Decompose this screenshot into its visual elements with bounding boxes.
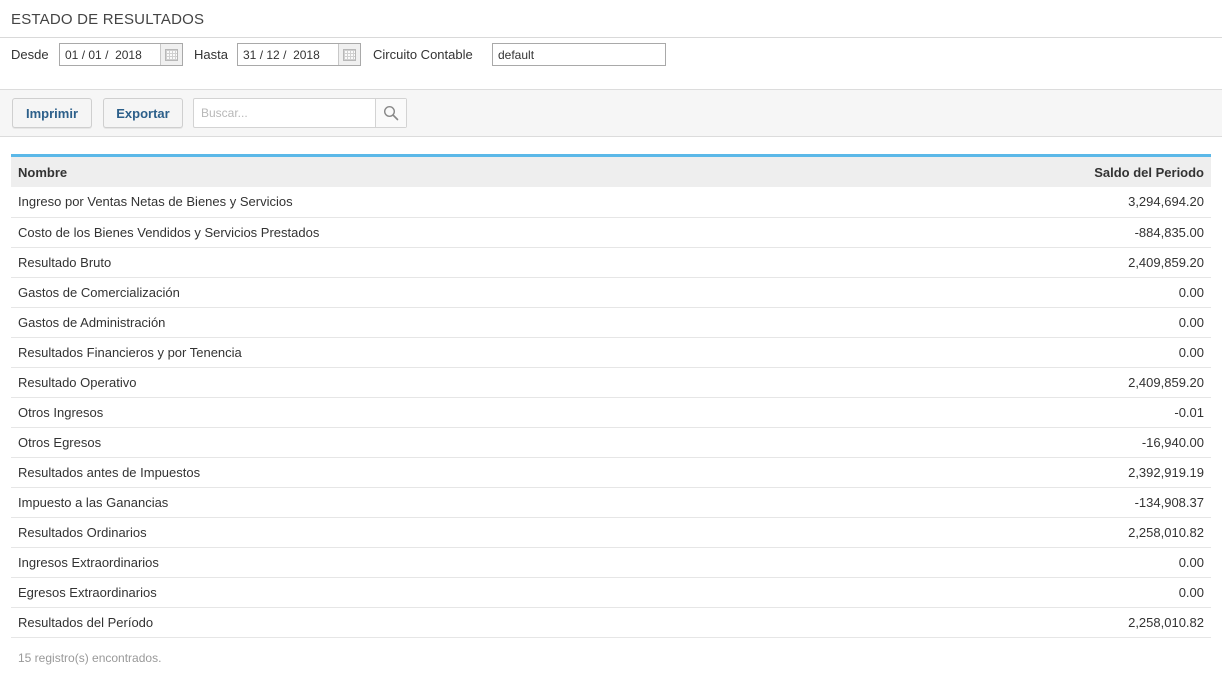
row-nombre: Resultados antes de Impuestos <box>11 457 873 488</box>
table-row[interactable]: Resultado Operativo 2,409,859.20 <box>11 367 1211 398</box>
desde-year[interactable]: 2018 <box>115 48 142 62</box>
table-row[interactable]: Otros Egresos -16,940.00 <box>11 427 1211 458</box>
desde-label: Desde <box>11 47 49 62</box>
row-nombre: Resultado Bruto <box>11 247 873 278</box>
row-nombre: Egresos Extraordinarios <box>11 577 873 608</box>
row-saldo: 0.00 <box>872 277 1211 308</box>
row-saldo: 2,258,010.82 <box>872 607 1211 638</box>
row-nombre: Resultados Ordinarios <box>11 517 873 548</box>
row-nombre: Ingreso por Ventas Netas de Bienes y Ser… <box>11 187 873 218</box>
row-saldo: 3,294,694.20 <box>872 187 1211 218</box>
circuito-contable-input[interactable] <box>492 43 666 66</box>
row-nombre: Resultado Operativo <box>11 367 873 398</box>
row-saldo: 0.00 <box>872 307 1211 338</box>
hasta-day[interactable]: 31 <box>243 48 256 62</box>
table-row[interactable]: Resultado Bruto 2,409,859.20 <box>11 247 1211 278</box>
title-bar: ESTADO DE RESULTADOS <box>0 0 1222 38</box>
desde-month[interactable]: 01 <box>88 48 101 62</box>
row-nombre: Otros Ingresos <box>11 397 873 428</box>
table-row[interactable]: Egresos Extraordinarios 0.00 <box>11 577 1211 608</box>
row-saldo: -0.01 <box>872 397 1211 428</box>
row-nombre: Gastos de Comercialización <box>11 277 873 308</box>
row-saldo: 2,409,859.20 <box>872 367 1211 398</box>
row-saldo: 0.00 <box>872 337 1211 368</box>
row-nombre: Ingresos Extraordinarios <box>11 547 873 578</box>
hasta-label: Hasta <box>194 47 228 62</box>
table-row[interactable]: Gastos de Comercialización 0.00 <box>11 277 1211 308</box>
hasta-month[interactable]: 12 <box>266 48 279 62</box>
date-separator: / <box>256 47 267 62</box>
row-saldo: 2,409,859.20 <box>872 247 1211 278</box>
results-table: Nombre Saldo del Periodo Ingreso por Ven… <box>11 154 1211 638</box>
hasta-year[interactable]: 2018 <box>293 48 320 62</box>
table-row[interactable]: Gastos de Administración 0.00 <box>11 307 1211 338</box>
row-nombre: Gastos de Administración <box>11 307 873 338</box>
search-icon[interactable] <box>375 99 406 127</box>
row-nombre: Resultados del Período <box>11 607 873 638</box>
table-row[interactable]: Resultados del Período 2,258,010.82 <box>11 607 1211 638</box>
table-header-row: Nombre Saldo del Periodo <box>11 157 1211 187</box>
date-separator: / <box>78 47 89 62</box>
date-separator: / <box>101 47 116 62</box>
row-saldo: -884,835.00 <box>872 217 1211 248</box>
calendar-icon[interactable] <box>338 44 360 65</box>
row-nombre: Impuesto a las Ganancias <box>11 487 873 518</box>
desde-date-field[interactable]: 01 / 01 / 2018 <box>59 43 183 66</box>
row-saldo: -134,908.37 <box>872 487 1211 518</box>
export-button[interactable]: Exportar <box>103 98 183 128</box>
print-button[interactable]: Imprimir <box>12 98 92 128</box>
table-row[interactable]: Resultados Ordinarios 2,258,010.82 <box>11 517 1211 548</box>
calendar-icon[interactable] <box>160 44 182 65</box>
search-box <box>193 98 407 128</box>
desde-day[interactable]: 01 <box>65 48 78 62</box>
date-separator: / <box>279 47 294 62</box>
record-count: 15 registro(s) encontrados. <box>18 651 162 665</box>
row-saldo: 2,392,919.19 <box>872 457 1211 488</box>
row-saldo: 0.00 <box>872 577 1211 608</box>
table-row[interactable]: Costo de los Bienes Vendidos y Servicios… <box>11 217 1211 248</box>
row-saldo: 2,258,010.82 <box>872 517 1211 548</box>
row-saldo: -16,940.00 <box>872 427 1211 458</box>
row-nombre: Resultados Financieros y por Tenencia <box>11 337 873 368</box>
table-row[interactable]: Impuesto a las Ganancias -134,908.37 <box>11 487 1211 518</box>
table-row[interactable]: Ingreso por Ventas Netas de Bienes y Ser… <box>11 187 1211 218</box>
table-row[interactable]: Resultados antes de Impuestos 2,392,919.1… <box>11 457 1211 488</box>
table-row[interactable]: Otros Ingresos -0.01 <box>11 397 1211 428</box>
table-row[interactable]: Resultados Financieros y por Tenencia 0.0… <box>11 337 1211 368</box>
column-header-saldo[interactable]: Saldo del Periodo <box>872 157 1211 187</box>
row-saldo: 0.00 <box>872 547 1211 578</box>
toolbar: Imprimir Exportar <box>0 89 1222 137</box>
filter-bar: Desde 01 / 01 / 2018 Hasta 31 / 12 / 201… <box>0 39 1222 89</box>
table-row[interactable]: Ingresos Extraordinarios 0.00 <box>11 547 1211 578</box>
hasta-date-field[interactable]: 31 / 12 / 2018 <box>237 43 361 66</box>
row-nombre: Otros Egresos <box>11 427 873 458</box>
circuito-label: Circuito Contable <box>373 47 473 62</box>
column-header-nombre[interactable]: Nombre <box>11 157 873 187</box>
page-title: ESTADO DE RESULTADOS <box>11 11 205 28</box>
search-input[interactable] <box>194 99 376 127</box>
row-nombre: Costo de los Bienes Vendidos y Servicios… <box>11 217 873 248</box>
